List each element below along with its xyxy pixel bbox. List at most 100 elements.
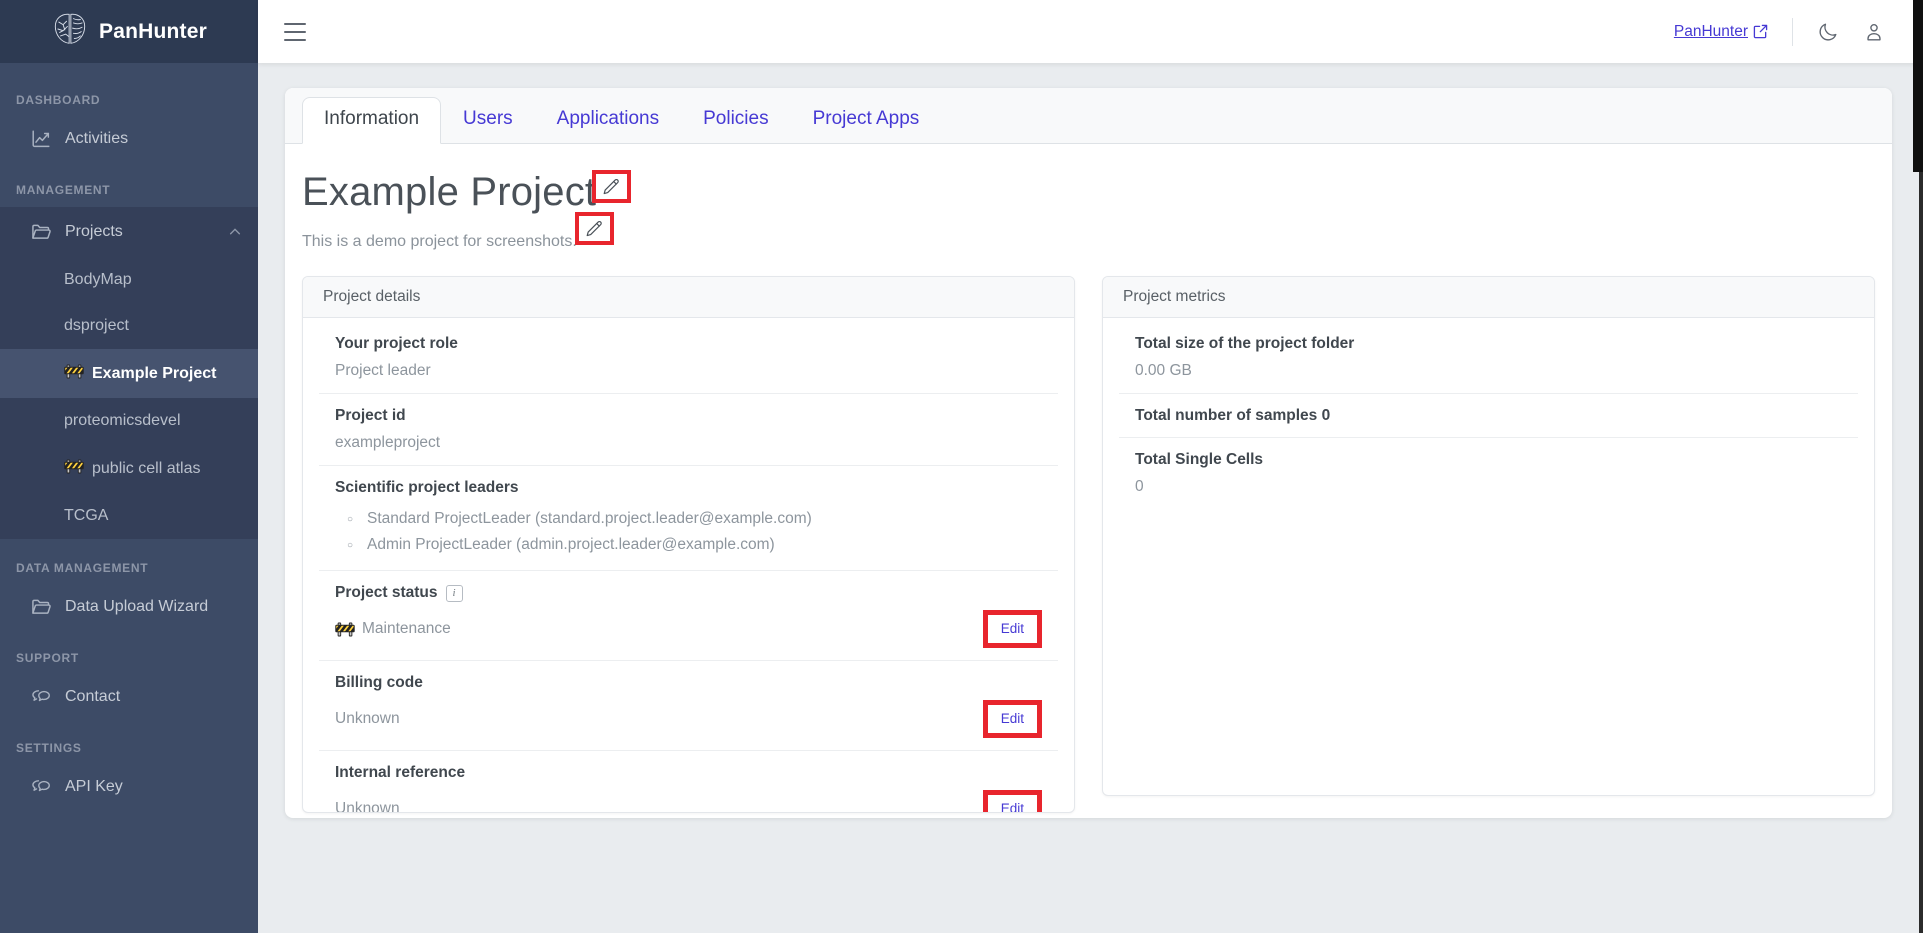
sidebar-item-bodymap[interactable]: BodyMap — [0, 257, 258, 303]
brain-icon — [51, 11, 89, 52]
external-link-icon — [1753, 24, 1768, 39]
row-total-size: Total size of the project folder 0.00 GB — [1119, 322, 1858, 393]
project-details-card: Project details Your project role Projec… — [302, 276, 1075, 813]
hamburger-icon[interactable] — [284, 23, 306, 41]
sidebar-item-api-key[interactable]: API Key — [0, 765, 258, 809]
internal-reference-edit-button[interactable]: Edit — [983, 790, 1042, 813]
sidebar: PanHunter DASHBOARD Activities MANAGEMEN… — [0, 0, 258, 933]
row-value: Unknown — [335, 710, 400, 728]
row-value: 0 — [1135, 478, 1144, 496]
app-logo-label: PanHunter — [99, 20, 207, 44]
content-area: Information Users Applications Policies … — [258, 63, 1923, 933]
construction-barrier-icon — [335, 621, 355, 637]
description-edit-button[interactable] — [575, 212, 614, 245]
row-total-single-cells: Total Single Cells 0 — [1119, 437, 1858, 509]
sidebar-item-label: Contact — [65, 688, 120, 706]
pencil-icon — [602, 177, 621, 196]
title-edit-button[interactable] — [592, 170, 631, 203]
cards-row: Project details Your project role Projec… — [302, 276, 1875, 813]
browser-scrollbar-thumb[interactable] — [1913, 0, 1923, 172]
edit-link: Edit — [1001, 621, 1024, 636]
tab-project-apps[interactable]: Project Apps — [791, 97, 942, 143]
main-column: PanHunter Information Users — [258, 0, 1923, 933]
external-link-label: PanHunter — [1674, 23, 1748, 41]
tab-users[interactable]: Users — [441, 97, 535, 143]
project-label: TCGA — [64, 507, 108, 525]
row-project-id: Project id exampleproject — [319, 393, 1058, 465]
row-value: exampleproject — [335, 434, 440, 452]
chat-icon — [30, 776, 52, 798]
pencil-icon — [585, 219, 604, 238]
sidebar-item-example-project[interactable]: Example Project — [0, 349, 258, 398]
row-value: Unknown — [335, 800, 400, 813]
topbar-right: PanHunter — [1674, 18, 1885, 46]
row-label: Project id — [335, 407, 1042, 425]
project-metrics-card: Project metrics Total size of the projec… — [1102, 276, 1875, 796]
sidebar-item-data-upload-wizard[interactable]: Data Upload Wizard — [0, 585, 258, 629]
leader-list-item: Admin ProjectLeader (admin.project.leade… — [367, 532, 1042, 558]
chevron-up-icon — [228, 225, 242, 239]
nav-section-settings: SETTINGS — [0, 719, 258, 765]
details-list: Your project role Project leader Project… — [303, 318, 1074, 813]
leader-list-item: Standard ProjectLeader (standard.project… — [367, 506, 1042, 532]
row-internal-reference: Internal reference Unknown Edit — [319, 750, 1058, 813]
sidebar-item-label: API Key — [65, 778, 123, 796]
sidebar-item-tcga[interactable]: TCGA — [0, 493, 258, 539]
sidebar-item-proteomicsdevel[interactable]: proteomicsdevel — [0, 398, 258, 444]
nav-section-support: SUPPORT — [0, 629, 258, 675]
topbar: PanHunter — [258, 0, 1923, 63]
sidebar-item-activities[interactable]: Activities — [0, 117, 258, 161]
project-label: dsproject — [64, 317, 129, 335]
tab-bar: Information Users Applications Policies … — [285, 88, 1892, 144]
panhunter-external-link[interactable]: PanHunter — [1674, 23, 1768, 41]
construction-barrier-icon — [64, 363, 84, 384]
row-project-status: Project status i Maintenance Edit — [319, 570, 1058, 660]
card-title: Project details — [303, 277, 1074, 318]
row-label: Project status — [335, 584, 438, 602]
row-label: Billing code — [335, 674, 1042, 692]
row-label: Scientific project leaders — [335, 479, 1042, 497]
title-row: Example Project — [302, 170, 1875, 214]
card-title: Project metrics — [1103, 277, 1874, 318]
project-label: public cell atlas — [92, 460, 201, 478]
nav-section-data-management: DATA MANAGEMENT — [0, 539, 258, 585]
row-label: Total Single Cells — [1135, 451, 1842, 469]
nav-section-dashboard: DASHBOARD — [0, 71, 258, 117]
sidebar-item-public-cell-atlas[interactable]: public cell atlas — [0, 444, 258, 493]
sidebar-item-label: Data Upload Wizard — [65, 598, 208, 616]
information-tab-content: Example Project This is a demo project f… — [285, 144, 1892, 818]
project-status-value: Maintenance — [335, 620, 451, 638]
row-label: Your project role — [335, 335, 1042, 353]
sidebar-item-contact[interactable]: Contact — [0, 675, 258, 719]
sidebar-item-dsproject[interactable]: dsproject — [0, 303, 258, 349]
folder-icon — [30, 221, 52, 243]
sidebar-item-projects[interactable]: Projects — [0, 207, 258, 257]
row-scientific-project-leaders: Scientific project leaders Standard Proj… — [319, 465, 1058, 570]
edit-link: Edit — [1001, 711, 1024, 726]
app-root: PanHunter DASHBOARD Activities MANAGEMEN… — [0, 0, 1923, 933]
project-status-edit-button[interactable]: Edit — [983, 610, 1042, 648]
sidebar-item-label: Activities — [65, 130, 128, 148]
row-label: Total size of the project folder — [1135, 335, 1842, 353]
nav-section-management: MANAGEMENT — [0, 161, 258, 207]
chat-icon — [30, 686, 52, 708]
tab-policies[interactable]: Policies — [681, 97, 790, 143]
folder-icon — [30, 596, 52, 618]
line-chart-icon — [30, 128, 52, 150]
sidebar-logo[interactable]: PanHunter — [0, 0, 258, 63]
project-description: This is a demo project for screenshots. — [302, 233, 577, 250]
row-billing-code: Billing code Unknown Edit — [319, 660, 1058, 750]
subtitle-row: This is a demo project for screenshots. — [302, 220, 1875, 253]
row-value: 0.00 GB — [1135, 362, 1192, 380]
billing-code-edit-button[interactable]: Edit — [983, 700, 1042, 738]
person-icon[interactable] — [1863, 21, 1885, 43]
row-your-project-role: Your project role Project leader — [319, 322, 1058, 393]
leader-list: Standard ProjectLeader (standard.project… — [335, 506, 1042, 558]
tab-applications[interactable]: Applications — [535, 97, 681, 143]
tab-information[interactable]: Information — [302, 97, 441, 144]
moon-icon[interactable] — [1817, 21, 1839, 43]
page-title: Example Project — [302, 170, 596, 214]
edit-link: Edit — [1001, 801, 1024, 813]
project-label: Example Project — [92, 365, 217, 383]
info-icon[interactable]: i — [446, 585, 463, 602]
